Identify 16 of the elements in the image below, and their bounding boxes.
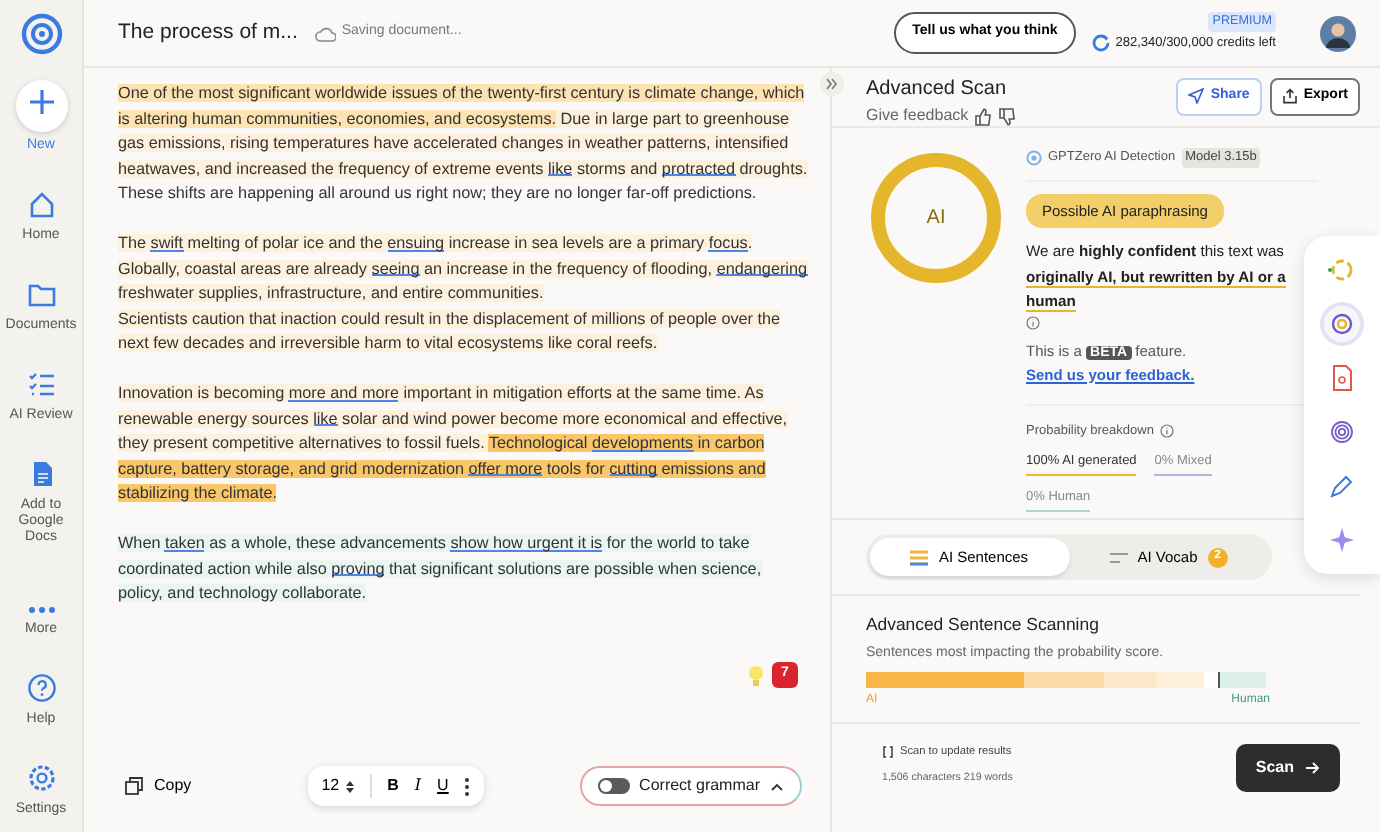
italic-button[interactable]: I xyxy=(414,774,422,798)
scan-button[interactable]: Scan xyxy=(1235,743,1340,792)
document-title: The process of m... xyxy=(118,17,298,48)
font-size-select[interactable]: 12 xyxy=(321,774,354,798)
copy-button[interactable]: Copy xyxy=(124,774,192,798)
feedback-label: Give feedback xyxy=(866,104,969,128)
section-title: Advanced Sentence Scanning xyxy=(866,612,1101,639)
paragraph: The swift melting of polar ice and the ensuing increase in sea levels are a primary focus. Globally, coastal areas are already seeing an increase in the frequency of flooding, endangering freshwater supplies, infrastructure, and entire communities. Scientists caution that inaction could result in the displacement of millions of people over the next few decades and irreversible harm to vital ecosystems like coral reefs. xyxy=(118,232,810,356)
paragraph: One of the most significant worldwide issues of the twenty-first century is climate change, which is altering human communities, economies, and ecosystems. Due in large part to greenhouse gas emissions, rising temperatures have accelerated changes in weather patterns, intensified heatwaves, and increased the frequency of extreme events like storms and protracted droughts. These shifts are happening all around us right now; they are no longer far-off predictions. xyxy=(118,82,810,206)
paragraph: When taken as a whole, these advancements show how urgent it is for the world to take coordinated action while also proving that significant solutions are possible when science, policy, and technology collaborate. xyxy=(118,532,764,606)
grammar-label: Correct grammar xyxy=(639,774,760,798)
panel-title: Advanced Scan xyxy=(866,76,1009,104)
paragraph: Innovation is becoming more and more important in mitigation efforts at the same time. As renewable energy sources like solar and wind power become more economical and effective, they present competitive alternatives to fossil fuels. Technological developments in carbon capture, battery storage, and grid modernization offer more tools for cutting emissions and stabilizing the climate. xyxy=(118,382,790,506)
bold-button[interactable]: B xyxy=(369,774,399,798)
underline-button[interactable]: U xyxy=(437,774,449,798)
ring-label: AI xyxy=(926,205,946,233)
